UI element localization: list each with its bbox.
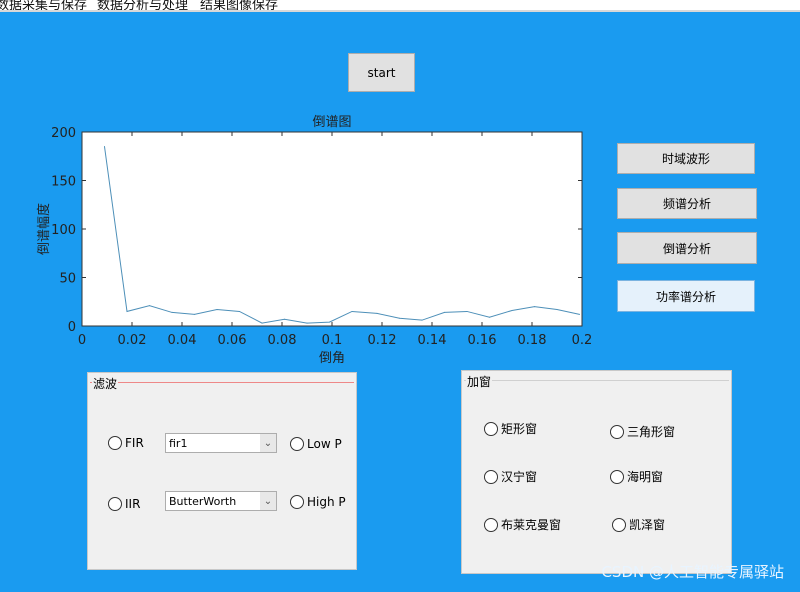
y-tick-label: 150 [51, 175, 76, 190]
data-point [149, 305, 150, 307]
triangle-window-label: 三角形窗 [627, 425, 676, 439]
y-axis-label: 倒谱幅度 [36, 203, 52, 255]
data-point [216, 309, 218, 311]
blackman-window-label: 布莱克曼窗 [501, 518, 562, 532]
triangle-window-radio[interactable]: 三角形窗 [610, 423, 675, 440]
fir-radio[interactable]: FIR [108, 436, 144, 450]
data-point [376, 312, 378, 314]
iir-select[interactable]: ButterWorth ⌄ [165, 491, 277, 511]
radio-icon [108, 497, 122, 511]
filter-panel-title: 滤波 [92, 375, 119, 392]
power-spectrum-button[interactable]: 功率谱分析 [617, 280, 755, 312]
data-point [171, 311, 173, 313]
x-tick-label: 0.06 [218, 333, 247, 348]
radio-icon [290, 495, 304, 509]
plot-area [81, 131, 583, 327]
radio-icon [610, 469, 624, 484]
data-point [556, 309, 558, 311]
data-point [579, 313, 580, 315]
fir-select-value: fir1 [169, 437, 188, 450]
data-point [351, 310, 353, 312]
cepstrum-button[interactable]: 倒谱分析 [617, 232, 757, 264]
iir-label: IIR [125, 497, 141, 511]
data-point [399, 317, 400, 319]
x-tick-label: 0.08 [268, 333, 297, 348]
radio-icon [610, 424, 624, 439]
filter-panel: 滤波 FIR fir1 ⌄ Low P IIR ButterWorth ⌄ High… [87, 372, 357, 570]
watermark: CSDN @人工智能专属驿站 [601, 563, 784, 581]
data-point [489, 316, 490, 318]
data-point [194, 313, 195, 315]
chevron-down-icon: ⌄ [260, 492, 276, 510]
iir-select-value: ButterWorth [169, 495, 237, 508]
highpass-label: High P [307, 495, 346, 509]
rect-window-radio[interactable]: 矩形窗 [484, 420, 537, 437]
lowpass-radio[interactable]: Low P [290, 437, 342, 451]
blackman-window-radio[interactable]: 布莱克曼窗 [484, 516, 561, 533]
spectrum-button[interactable]: 频谱分析 [617, 188, 757, 219]
y-tick-label: 100 [51, 223, 76, 238]
fir-label: FIR [125, 436, 144, 450]
data-point [261, 322, 263, 324]
x-tick-label: 0.14 [418, 333, 447, 348]
x-tick-label: 0.16 [468, 333, 497, 348]
data-point [534, 306, 535, 308]
hanning-window-label: 汉宁窗 [501, 470, 538, 484]
iir-radio[interactable]: IIR [108, 497, 140, 511]
y-tick-label: 50 [59, 272, 76, 287]
kaiser-window-radio[interactable]: 凯泽窗 [612, 516, 665, 533]
data-point [444, 311, 445, 313]
data-point [284, 318, 285, 320]
data-point [329, 321, 330, 323]
data-point [239, 310, 240, 312]
chevron-down-icon: ⌄ [260, 434, 276, 452]
radio-icon [612, 517, 626, 532]
radio-icon [108, 436, 122, 450]
x-tick-label: 0 [78, 333, 86, 348]
lowpass-label: Low P [307, 437, 342, 451]
data-point [466, 310, 468, 312]
hamming-window-radio[interactable]: 海明窗 [610, 468, 663, 485]
x-tick-label: 0.12 [368, 333, 397, 348]
y-tick-label: 0 [68, 320, 76, 335]
window-panel: 加窗 矩形窗 三角形窗 汉宁窗 海明窗 布莱克曼窗 凯泽窗 [461, 370, 732, 574]
radio-icon [484, 517, 498, 532]
hamming-window-label: 海明窗 [627, 470, 664, 484]
kaiser-window-label: 凯泽窗 [629, 518, 666, 532]
data-point [126, 310, 128, 312]
chart-title: 倒谱图 [312, 115, 351, 130]
data-point [306, 322, 308, 324]
rect-window-label: 矩形窗 [501, 422, 538, 436]
x-axis-label: 倒角 [319, 351, 345, 366]
radio-icon [484, 421, 498, 436]
radio-icon [484, 469, 498, 484]
radio-icon [290, 437, 304, 451]
x-tick-label: 0.1 [322, 333, 343, 348]
highpass-radio[interactable]: High P [290, 495, 346, 509]
window-panel-title: 加窗 [466, 373, 493, 390]
x-tick-label: 0.18 [518, 333, 547, 348]
x-tick-label: 0.2 [572, 333, 593, 348]
data-point [104, 146, 105, 148]
x-tick-label: 0.02 [118, 333, 147, 348]
fir-select[interactable]: fir1 ⌄ [165, 433, 277, 453]
x-tick-label: 0.04 [168, 333, 197, 348]
data-point [421, 319, 423, 321]
data-point [511, 309, 513, 311]
y-tick-label: 200 [51, 126, 76, 141]
time-domain-button[interactable]: 时域波形 [617, 143, 755, 174]
hanning-window-radio[interactable]: 汉宁窗 [484, 468, 537, 485]
